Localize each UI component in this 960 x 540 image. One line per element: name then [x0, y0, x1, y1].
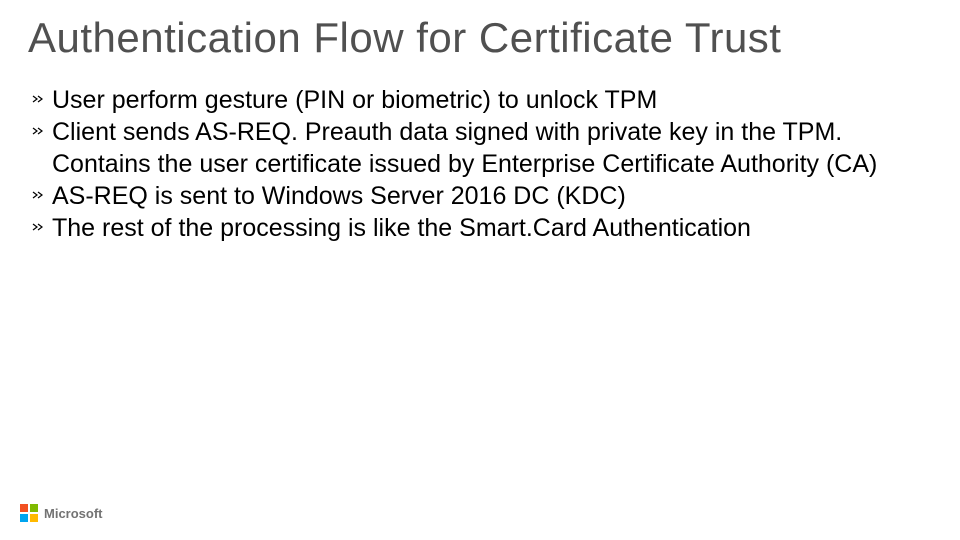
- logo-square-blue: [20, 514, 28, 522]
- slide: Authentication Flow for Certificate Trus…: [0, 0, 960, 540]
- logo-square-yellow: [30, 514, 38, 522]
- slide-title: Authentication Flow for Certificate Trus…: [28, 14, 932, 62]
- list-item-text: The rest of the processing is like the S…: [52, 214, 751, 242]
- list-item: User perform gesture (PIN or biometric) …: [32, 84, 932, 116]
- microsoft-logo-icon: [20, 504, 38, 522]
- footer-brand: Microsoft: [44, 506, 103, 521]
- logo-square-green: [30, 504, 38, 512]
- list-item: The rest of the processing is like the S…: [32, 212, 932, 244]
- list-item: Client sends AS-REQ. Preauth data signed…: [32, 116, 932, 180]
- bullet-icon: [32, 221, 44, 233]
- list-item-text: User perform gesture (PIN or biometric) …: [52, 86, 657, 114]
- list-item-text: Client sends AS-REQ. Preauth data signed…: [52, 118, 877, 178]
- bullet-icon: [32, 125, 44, 137]
- footer: Microsoft: [20, 504, 103, 522]
- bullet-list: User perform gesture (PIN or biometric) …: [28, 84, 932, 244]
- logo-square-red: [20, 504, 28, 512]
- bullet-icon: [32, 93, 44, 105]
- list-item-text: AS-REQ is sent to Windows Server 2016 DC…: [52, 182, 626, 210]
- bullet-icon: [32, 189, 44, 201]
- list-item: AS-REQ is sent to Windows Server 2016 DC…: [32, 180, 932, 212]
